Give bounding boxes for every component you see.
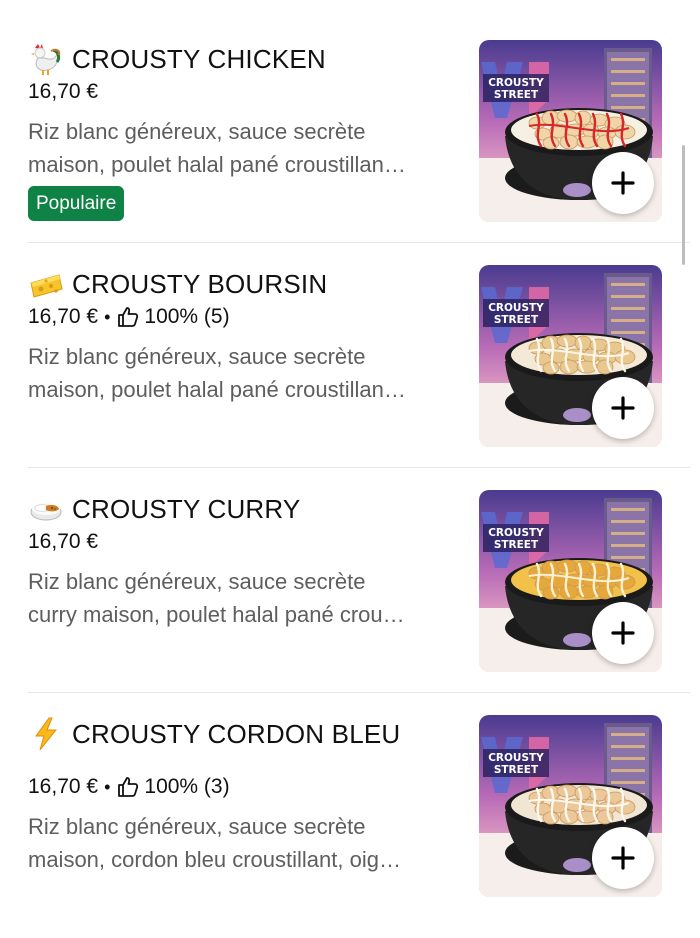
rooster-emoji-icon bbox=[28, 41, 64, 77]
add-button[interactable] bbox=[592, 377, 654, 439]
item-description: Riz blanc généreux, sauce secrète maison… bbox=[28, 115, 468, 181]
item-divider bbox=[28, 692, 690, 693]
menu-item[interactable]: CROUSTY CORDON BLEU 16,70 € • 100% (3) R… bbox=[28, 713, 668, 938]
desc-line: curry maison, poulet halal pané crou… bbox=[28, 602, 405, 627]
svg-text:CROUSTY: CROUSTY bbox=[488, 302, 544, 314]
svg-text:STREET: STREET bbox=[494, 89, 539, 101]
desc-line: maison, poulet halal pané croustillan… bbox=[28, 152, 406, 177]
item-title: CROUSTY CHICKEN bbox=[72, 43, 326, 74]
item-description: Riz blanc généreux, sauce secrète curry … bbox=[28, 565, 468, 631]
add-button[interactable] bbox=[592, 827, 654, 889]
item-meta: 16,70 € bbox=[28, 80, 98, 104]
item-title-row: CROUSTY CHICKEN bbox=[28, 41, 326, 77]
item-price: 16,70 € bbox=[28, 530, 99, 553]
item-divider bbox=[28, 467, 690, 468]
separator-dot: • bbox=[104, 776, 111, 797]
item-meta: 16,70 € • 100% (5) bbox=[28, 305, 230, 329]
item-title-row: CROUSTY CURRY bbox=[28, 491, 300, 527]
svg-text:STREET: STREET bbox=[494, 764, 539, 776]
item-title: CROUSTY CORDON BLEU bbox=[72, 718, 401, 749]
add-button[interactable] bbox=[592, 602, 654, 664]
lightning-emoji-icon bbox=[28, 716, 64, 752]
svg-text:CROUSTY: CROUSTY bbox=[488, 527, 544, 539]
menu-item[interactable]: CROUSTY BOURSIN 16,70 € • 100% (5) Riz b… bbox=[28, 263, 668, 488]
item-meta: 16,70 € bbox=[28, 530, 98, 554]
thumbs-up-icon bbox=[118, 307, 139, 327]
item-price: 16,70 € bbox=[28, 775, 99, 798]
item-rating: 100% (3) bbox=[144, 775, 230, 798]
item-title-row: CROUSTY BOURSIN bbox=[28, 266, 327, 302]
item-meta: 16,70 € • 100% (3) bbox=[28, 775, 230, 799]
desc-line: Riz blanc généreux, sauce secrète bbox=[28, 119, 366, 144]
plus-icon bbox=[611, 621, 635, 645]
scrollbar[interactable] bbox=[682, 145, 685, 265]
item-rating: 100% (5) bbox=[144, 305, 230, 328]
item-price: 16,70 € bbox=[28, 305, 99, 328]
item-title-row: CROUSTY CORDON BLEU bbox=[28, 716, 400, 752]
thumbs-up-icon bbox=[118, 777, 139, 797]
svg-text:STREET: STREET bbox=[494, 539, 539, 551]
cheese-emoji-icon bbox=[28, 266, 64, 302]
plus-icon bbox=[611, 396, 635, 420]
desc-line: Riz blanc généreux, sauce secrète bbox=[28, 814, 366, 839]
popular-badge: Populaire bbox=[28, 186, 125, 221]
svg-text:CROUSTY: CROUSTY bbox=[488, 77, 544, 89]
item-description: Riz blanc généreux, sauce secrète maison… bbox=[28, 810, 468, 876]
item-description: Riz blanc généreux, sauce secrète maison… bbox=[28, 340, 468, 406]
desc-line: maison, cordon bleu croustillant, oig… bbox=[28, 847, 401, 872]
plus-icon bbox=[611, 171, 635, 195]
item-price: 16,70 € bbox=[28, 80, 99, 103]
menu-item[interactable]: CROUSTY CURRY 16,70 € Riz blanc généreux… bbox=[28, 488, 668, 713]
plus-icon bbox=[611, 846, 635, 870]
curry-rice-emoji-icon bbox=[28, 491, 64, 527]
separator-dot: • bbox=[104, 306, 111, 327]
desc-line: maison, poulet halal pané croustillan… bbox=[28, 377, 406, 402]
item-title: CROUSTY BOURSIN bbox=[72, 268, 328, 299]
item-divider bbox=[28, 242, 690, 243]
add-button[interactable] bbox=[592, 152, 654, 214]
desc-line: Riz blanc généreux, sauce secrète bbox=[28, 569, 366, 594]
item-title: CROUSTY CURRY bbox=[72, 493, 301, 524]
svg-text:STREET: STREET bbox=[494, 314, 539, 326]
svg-text:CROUSTY: CROUSTY bbox=[488, 752, 544, 764]
desc-line: Riz blanc généreux, sauce secrète bbox=[28, 344, 366, 369]
menu-item[interactable]: CROUSTY CHICKEN 16,70 € Riz blanc génére… bbox=[28, 38, 668, 263]
